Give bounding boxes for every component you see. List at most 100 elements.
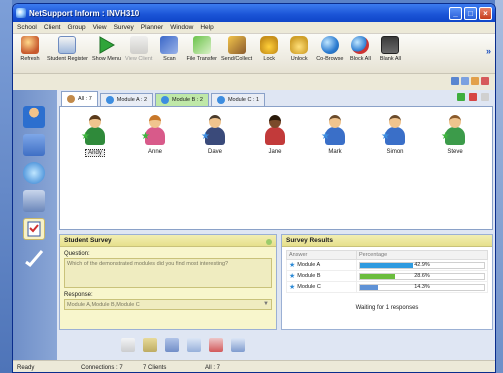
question-field[interactable]: Which of the demonstrated modules did yo… — [64, 258, 272, 288]
student-name: Dave — [207, 149, 222, 155]
sidebar-groups-icon[interactable] — [23, 134, 45, 156]
table-row[interactable]: ★ Module A 42.9% — [286, 259, 488, 271]
scan-icon — [160, 36, 179, 54]
table-row[interactable]: ★ Module B 28.6% — [286, 270, 488, 282]
send-collect-icon — [227, 36, 246, 54]
star-icon: ★ — [81, 131, 90, 142]
co-browse-button[interactable]: Co-Browse — [316, 36, 343, 62]
student-register-button[interactable]: Student Register — [47, 36, 88, 62]
layout-icon[interactable] — [451, 77, 459, 85]
tab-module-c-label: Module C : 1 — [227, 97, 260, 103]
file-transfer-button[interactable]: File Transfer — [186, 36, 217, 62]
response-dropdown[interactable]: Module A,Module B,Module C ▼ — [64, 299, 272, 310]
tab-module-b[interactable]: Module B : 2 — [155, 93, 209, 106]
lock-label: Lock — [263, 56, 276, 62]
scan-label: Scan — [163, 56, 176, 62]
unlock-icon — [290, 36, 309, 54]
sidebar-survey-icon[interactable] — [23, 218, 45, 240]
sidebar-applications-icon[interactable] — [23, 190, 45, 212]
student-jane[interactable]: Jane — [250, 115, 300, 155]
student-name: Mark — [328, 149, 342, 155]
star-icon: ★ — [141, 131, 150, 142]
student-simon[interactable]: ★ Simon — [370, 115, 420, 155]
percentage-bar: 28.6% — [359, 272, 485, 280]
answer-text: Module B — [297, 273, 321, 279]
show-menu-label: Show Menu — [91, 56, 122, 62]
star-icon: ★ — [289, 262, 296, 269]
settings-icon[interactable] — [471, 77, 479, 85]
student-anne[interactable]: ★ Anne — [130, 115, 180, 155]
view-client-button[interactable]: View Client — [125, 36, 152, 62]
student-list: ★ Andy ★ Anne ★ Dave Jane ★ Mark ★ Simon… — [59, 106, 493, 230]
send-collect-button[interactable]: Send/Collect — [221, 36, 252, 62]
avatar: ★ — [441, 115, 467, 147]
status-group-count: All : 7 — [205, 364, 221, 371]
avatar: ★ — [321, 115, 347, 147]
add-group-icon[interactable] — [457, 93, 465, 101]
block-all-button[interactable]: Block All — [347, 36, 373, 62]
tab-all[interactable]: All : 7 — [61, 91, 98, 106]
results-panel-title: Survey Results — [282, 235, 492, 247]
menu-school[interactable]: School — [17, 24, 37, 31]
send-survey-icon[interactable] — [165, 338, 179, 352]
student-andy[interactable]: ★ Andy — [70, 115, 120, 157]
desktop-right-strip — [495, 0, 503, 373]
app-window: NetSupport Inform : INVH310 _ □ × School… — [12, 3, 496, 373]
percentage-text: 14.3% — [414, 283, 430, 290]
table-row[interactable]: ★ Module C 14.3% — [286, 281, 488, 293]
student-name: Jane — [268, 149, 282, 155]
toolbar-more-chevron-icon[interactable]: » — [486, 46, 491, 56]
maximize-button[interactable]: □ — [464, 6, 477, 20]
menu-help[interactable]: Help — [200, 24, 213, 31]
stop-survey-icon[interactable] — [209, 338, 223, 352]
star-icon — [161, 96, 170, 104]
sidebar-tests-icon[interactable] — [23, 246, 45, 268]
grid-icon[interactable] — [461, 77, 469, 85]
window-title: NetSupport Inform : INVH310 — [29, 8, 140, 18]
menu-planner[interactable]: Planner — [141, 24, 163, 31]
play-icon — [97, 36, 116, 54]
tab-module-a[interactable]: Module A : 2 — [99, 93, 154, 106]
lock-icon — [260, 36, 279, 54]
student-dave[interactable]: ★ Dave — [190, 115, 240, 155]
percentage-bar: 42.9% — [359, 261, 485, 269]
minimize-button[interactable]: _ — [449, 6, 462, 20]
close-button[interactable]: × — [479, 6, 492, 20]
sidebar-students-icon[interactable] — [23, 106, 45, 128]
avatar — [263, 115, 287, 147]
menu-window[interactable]: Window — [170, 24, 193, 31]
menu-client[interactable]: Client — [44, 24, 61, 31]
scan-button[interactable]: Scan — [156, 36, 182, 62]
avatar: ★ — [201, 115, 227, 147]
percentage-text: 42.9% — [414, 261, 430, 268]
menu-survey[interactable]: Survey — [114, 24, 134, 31]
edit-group-icon[interactable] — [481, 93, 489, 101]
tab-module-a-label: Module A : 2 — [116, 97, 148, 103]
show-menu-button[interactable]: Show Menu — [92, 36, 121, 62]
refresh-button[interactable]: Refresh — [17, 36, 43, 62]
student-mark[interactable]: ★ Mark — [310, 115, 360, 155]
desktop-left-strip — [0, 0, 12, 373]
waiting-status: Waiting for 1 responses — [355, 305, 419, 311]
menu-group[interactable]: Group — [68, 24, 86, 31]
menu-view[interactable]: View — [93, 24, 107, 31]
panel-options-icon[interactable] — [266, 239, 272, 245]
student-steve[interactable]: ★ Steve — [430, 115, 480, 155]
sidebar-internet-icon[interactable] — [23, 162, 45, 184]
lock-button[interactable]: Lock — [256, 36, 282, 62]
new-survey-icon[interactable] — [121, 338, 135, 352]
help-icon[interactable] — [481, 77, 489, 85]
survey-toolbar — [121, 338, 245, 352]
content-area: All : 7 Module A : 2 Module B : 2 Module… — [57, 90, 495, 360]
blank-all-button[interactable]: Blank All — [377, 36, 403, 62]
export-results-icon[interactable] — [231, 338, 245, 352]
checklist-icon[interactable] — [187, 338, 201, 352]
unlock-button[interactable]: Unlock — [286, 36, 312, 62]
student-register-label: Student Register — [47, 56, 88, 62]
status-state: Ready — [17, 364, 35, 371]
delete-group-icon[interactable] — [469, 93, 477, 101]
survey-panel-title: Student Survey — [60, 235, 276, 247]
open-survey-icon[interactable] — [143, 338, 157, 352]
avatar: ★ — [81, 115, 107, 147]
tab-module-c[interactable]: Module C : 1 — [210, 93, 266, 106]
